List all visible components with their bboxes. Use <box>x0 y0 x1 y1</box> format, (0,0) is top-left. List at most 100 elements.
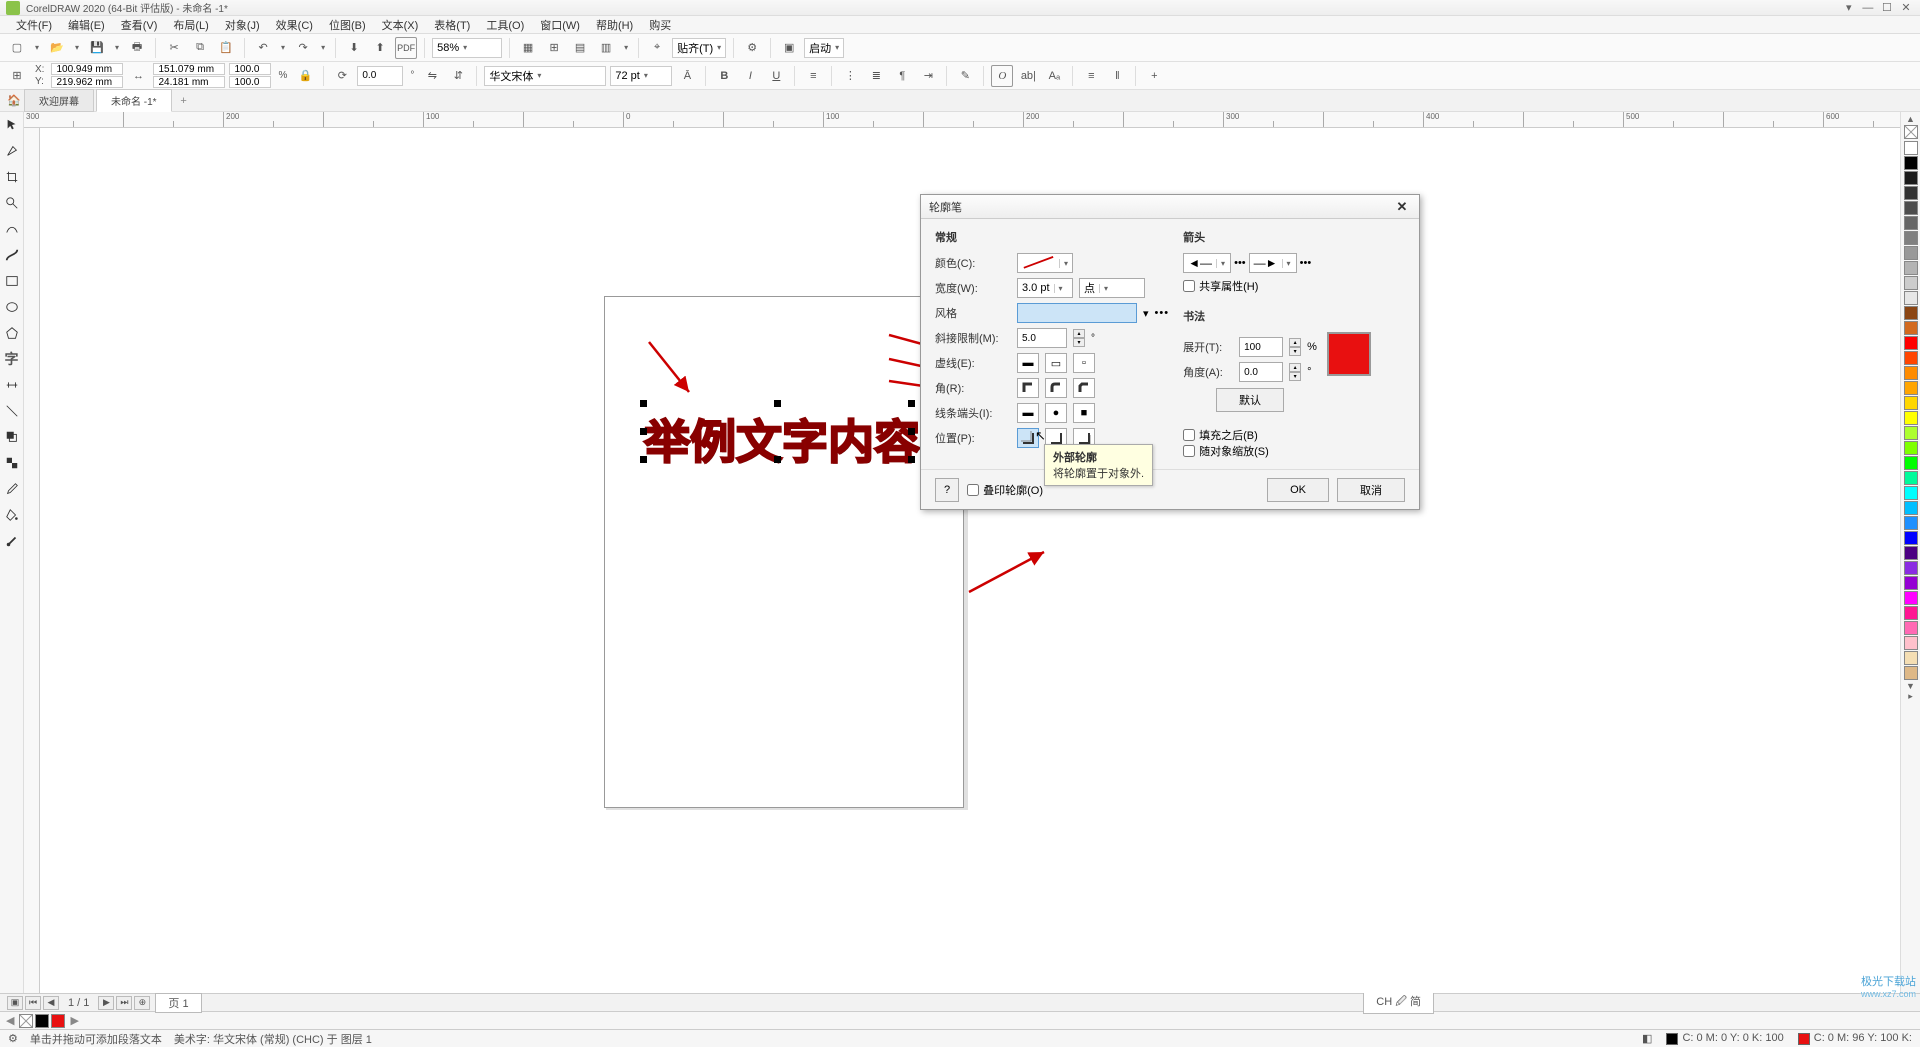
color-swatch[interactable] <box>1904 576 1918 590</box>
sel-handle[interactable] <box>774 456 781 463</box>
tab-welcome[interactable]: 欢迎屏幕 <box>24 89 94 112</box>
no-fill-swatch[interactable] <box>19 1014 33 1028</box>
indent-icon[interactable]: ⇥ <box>917 65 939 87</box>
page-next-icon[interactable]: ▶ <box>98 996 114 1010</box>
minimize-button[interactable]: — <box>1860 2 1876 14</box>
h-input[interactable] <box>153 76 225 88</box>
paste-icon[interactable]: 📋 <box>215 37 237 59</box>
parallel-dim-tool-icon[interactable] <box>3 376 21 394</box>
outline-tool-icon[interactable] <box>3 532 21 550</box>
print-icon[interactable]: 🖶 <box>126 37 148 59</box>
y-input[interactable] <box>51 76 123 88</box>
sel-handle[interactable] <box>908 428 915 435</box>
color-swatch[interactable] <box>1904 591 1918 605</box>
italic-button[interactable]: I <box>739 65 761 87</box>
menu-layout[interactable]: 布局(L) <box>165 17 216 33</box>
fullscreen-icon[interactable]: ▦ <box>517 37 539 59</box>
arrow-end-more-icon[interactable]: ••• <box>1300 257 1312 269</box>
behind-fill-check[interactable]: 填充之后(B) <box>1183 427 1405 443</box>
stretch-input[interactable] <box>1239 337 1283 357</box>
text-tool-icon[interactable]: 字 <box>3 350 21 368</box>
add-tab-button[interactable]: + <box>174 95 194 107</box>
w-input[interactable] <box>153 63 225 75</box>
color-swatch[interactable] <box>1904 546 1918 560</box>
opentype-icon[interactable]: O <box>991 65 1013 87</box>
polygon-tool-icon[interactable] <box>3 324 21 342</box>
maximize-button[interactable]: ☐ <box>1879 1 1895 13</box>
page-add2-icon[interactable]: ⊕ <box>134 996 150 1010</box>
menu-edit[interactable]: 编辑(E) <box>60 17 113 33</box>
color-swatch[interactable] <box>1904 651 1918 665</box>
zoom-combo[interactable]: 58%▾ <box>432 38 502 58</box>
pick-tool-icon[interactable] <box>3 116 21 134</box>
page-prev-icon[interactable]: ◀ <box>43 996 59 1010</box>
cap-square[interactable]: ■ <box>1073 403 1095 423</box>
new-doc-icon[interactable]: ▢ <box>6 37 28 59</box>
color-swatch[interactable] <box>1904 291 1918 305</box>
colorbar-prev-icon[interactable]: ◀ <box>6 1014 14 1027</box>
dropcap-icon[interactable]: ¶ <box>891 65 913 87</box>
palette-menu-icon[interactable]: ▸ <box>1908 691 1913 702</box>
width-combo[interactable]: 3.0 pt▾ <box>1017 278 1073 298</box>
palette-down-icon[interactable]: ▼ <box>1906 681 1915 691</box>
artistic-tool-icon[interactable] <box>3 246 21 264</box>
share-attr-check[interactable]: 共享属性(H) <box>1183 278 1405 294</box>
color-swatch[interactable] <box>1904 456 1918 470</box>
copy-icon[interactable]: ⧉ <box>189 37 211 59</box>
page-add-icon[interactable]: ▣ <box>7 996 23 1010</box>
color-swatch[interactable] <box>1904 396 1918 410</box>
color-swatch[interactable] <box>1904 201 1918 215</box>
snap-menu[interactable]: 贴齐(T)▾ <box>672 38 726 58</box>
align-icon[interactable]: ≡ <box>802 65 824 87</box>
menu-table[interactable]: 表格(T) <box>426 17 478 33</box>
undo-icon[interactable]: ↶ <box>252 37 274 59</box>
dialog-close-button[interactable]: ✕ <box>1393 198 1411 216</box>
color-swatch[interactable] <box>1904 501 1918 515</box>
crop-tool-icon[interactable] <box>3 168 21 186</box>
lock-ratio-icon[interactable]: 🔒 <box>294 65 316 87</box>
page-last-icon[interactable]: ⏭ <box>116 996 132 1010</box>
sy-input[interactable] <box>229 76 271 88</box>
sel-handle[interactable] <box>640 400 647 407</box>
transparency-tool-icon[interactable] <box>3 454 21 472</box>
color-swatch[interactable] <box>1904 561 1918 575</box>
menu-help[interactable]: 帮助(H) <box>588 17 641 33</box>
color-swatch[interactable] <box>51 1014 65 1028</box>
menu-tools[interactable]: 工具(O) <box>478 17 532 33</box>
corner-bevel[interactable] <box>1073 378 1095 398</box>
menu-effects[interactable]: 效果(C) <box>268 17 321 33</box>
color-swatch[interactable] <box>35 1014 49 1028</box>
cap-round[interactable]: ● <box>1045 403 1067 423</box>
help-button[interactable]: ? <box>935 478 959 502</box>
page-first-icon[interactable]: ⏮ <box>25 996 41 1010</box>
save-icon[interactable]: 💾 <box>86 37 108 59</box>
sample-text[interactable]: 举例文字内容 <box>644 406 920 472</box>
home-icon[interactable]: 🏠 <box>4 91 24 111</box>
menu-object[interactable]: 对象(J) <box>217 17 268 33</box>
fontsize-combo[interactable]: 72 pt▾ <box>610 66 672 86</box>
menu-window[interactable]: 窗口(W) <box>532 17 588 33</box>
pdf-icon[interactable]: PDF <box>395 37 417 59</box>
rectangle-tool-icon[interactable] <box>3 272 21 290</box>
shape-tool-icon[interactable] <box>3 142 21 160</box>
snap-icon[interactable]: ⌖ <box>646 37 668 59</box>
import-icon[interactable]: ⬇ <box>343 37 365 59</box>
open-icon[interactable]: 📂 <box>46 37 68 59</box>
dropshadow-tool-icon[interactable] <box>3 428 21 446</box>
tab-doc[interactable]: 未命名 -1* <box>96 89 172 112</box>
color-swatch[interactable] <box>1904 606 1918 620</box>
x-input[interactable] <box>51 63 123 75</box>
color-swatch[interactable] <box>1904 666 1918 680</box>
color-swatch[interactable] <box>1904 426 1918 440</box>
dropdown-icon[interactable]: ▾ <box>1841 1 1857 13</box>
color-swatch[interactable] <box>1904 276 1918 290</box>
color-swatch[interactable] <box>1904 186 1918 200</box>
dash-opt2[interactable]: ▭ <box>1045 353 1067 373</box>
guides-icon[interactable]: ▥ <box>595 37 617 59</box>
sel-handle[interactable] <box>908 456 915 463</box>
cancel-button[interactable]: 取消 <box>1337 478 1405 502</box>
color-swatch[interactable] <box>1904 171 1918 185</box>
sx-input[interactable] <box>229 63 271 75</box>
angle-input[interactable] <box>1239 362 1283 382</box>
color-swatch[interactable] <box>1904 246 1918 260</box>
